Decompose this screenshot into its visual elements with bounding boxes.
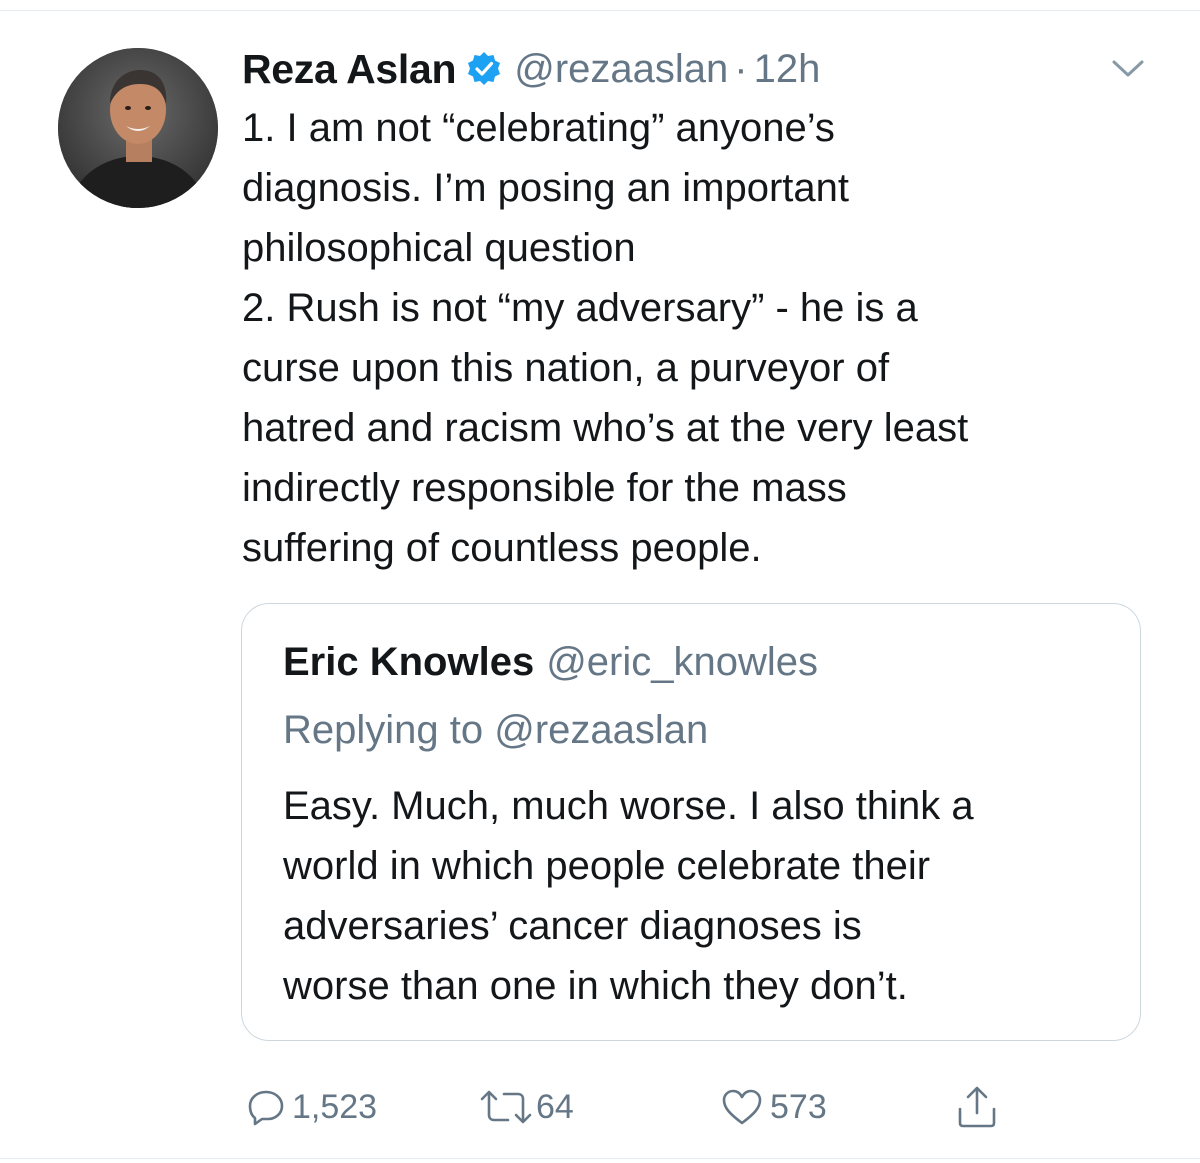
author-handle[interactable]: @rezaaslan — [514, 47, 728, 92]
bottom-divider — [0, 1158, 1200, 1159]
tweet-text-line: 2. Rush is not “my adversary” - he is a — [242, 286, 918, 330]
quoted-tweet-header: Eric Knowles @eric_knowles — [283, 640, 818, 685]
verified-badge-icon — [466, 51, 502, 87]
share-icon — [958, 1086, 996, 1128]
tweet-header: Reza Aslan @rezaaslan · 12h — [242, 44, 820, 94]
chevron-down-icon — [1112, 60, 1144, 77]
retweet-button[interactable]: 64 — [478, 1085, 574, 1129]
retweet-icon — [480, 1090, 532, 1124]
quoted-author-handle: @eric_knowles — [546, 640, 819, 684]
tweet-text-line: curse upon this nation, a purveyor of — [242, 346, 890, 390]
quoted-text-line: Easy. Much, much worse. I also think a — [283, 784, 974, 828]
tweet-text-line: diagnosis. I’m posing an important — [242, 166, 849, 210]
separator-dot: · — [734, 46, 748, 91]
profile-photo-icon — [58, 48, 218, 208]
quoted-author-name: Eric Knowles — [283, 640, 535, 684]
retweet-count: 64 — [536, 1087, 574, 1126]
tweet-timestamp[interactable]: 12h — [754, 47, 821, 92]
replying-to-label: Replying to — [283, 708, 484, 752]
tweet-text-line: indirectly responsible for the mass — [242, 466, 847, 510]
like-count: 573 — [770, 1087, 827, 1126]
top-divider — [0, 10, 1200, 11]
reply-button[interactable]: 1,523 — [246, 1085, 377, 1129]
reply-icon — [248, 1090, 284, 1126]
author-avatar[interactable] — [58, 48, 218, 208]
tweet-body: 1. I am not “celebrating” anyone’s diagn… — [242, 98, 1142, 578]
quoted-text-line: adversaries’ cancer diagnoses is — [283, 904, 862, 948]
tweet-text-line: philosophical question — [242, 226, 636, 270]
quoted-text-line: worse than one in which they don’t. — [283, 964, 908, 1008]
tweet-text-line: 1. I am not “celebrating” anyone’s — [242, 106, 835, 150]
share-button[interactable] — [955, 1085, 999, 1129]
tweet-menu-button[interactable] — [1110, 54, 1146, 82]
like-button[interactable]: 573 — [720, 1085, 827, 1129]
replying-to-line: Replying to @rezaaslan — [283, 708, 708, 753]
quoted-tweet-body: Easy. Much, much worse. I also think a w… — [283, 776, 1123, 1016]
author-display-name[interactable]: Reza Aslan — [242, 46, 457, 93]
quoted-text-line: world in which people celebrate their — [283, 844, 931, 888]
tweet-text-line: hatred and racism who’s at the very leas… — [242, 406, 969, 450]
heart-icon — [722, 1089, 762, 1125]
quoted-tweet-card[interactable]: Eric Knowles @eric_knowles Replying to @r… — [241, 603, 1141, 1041]
replying-to-handle[interactable]: @rezaaslan — [494, 708, 708, 752]
tweet-text-line: suffering of countless people. — [242, 526, 762, 570]
reply-count: 1,523 — [292, 1087, 378, 1126]
